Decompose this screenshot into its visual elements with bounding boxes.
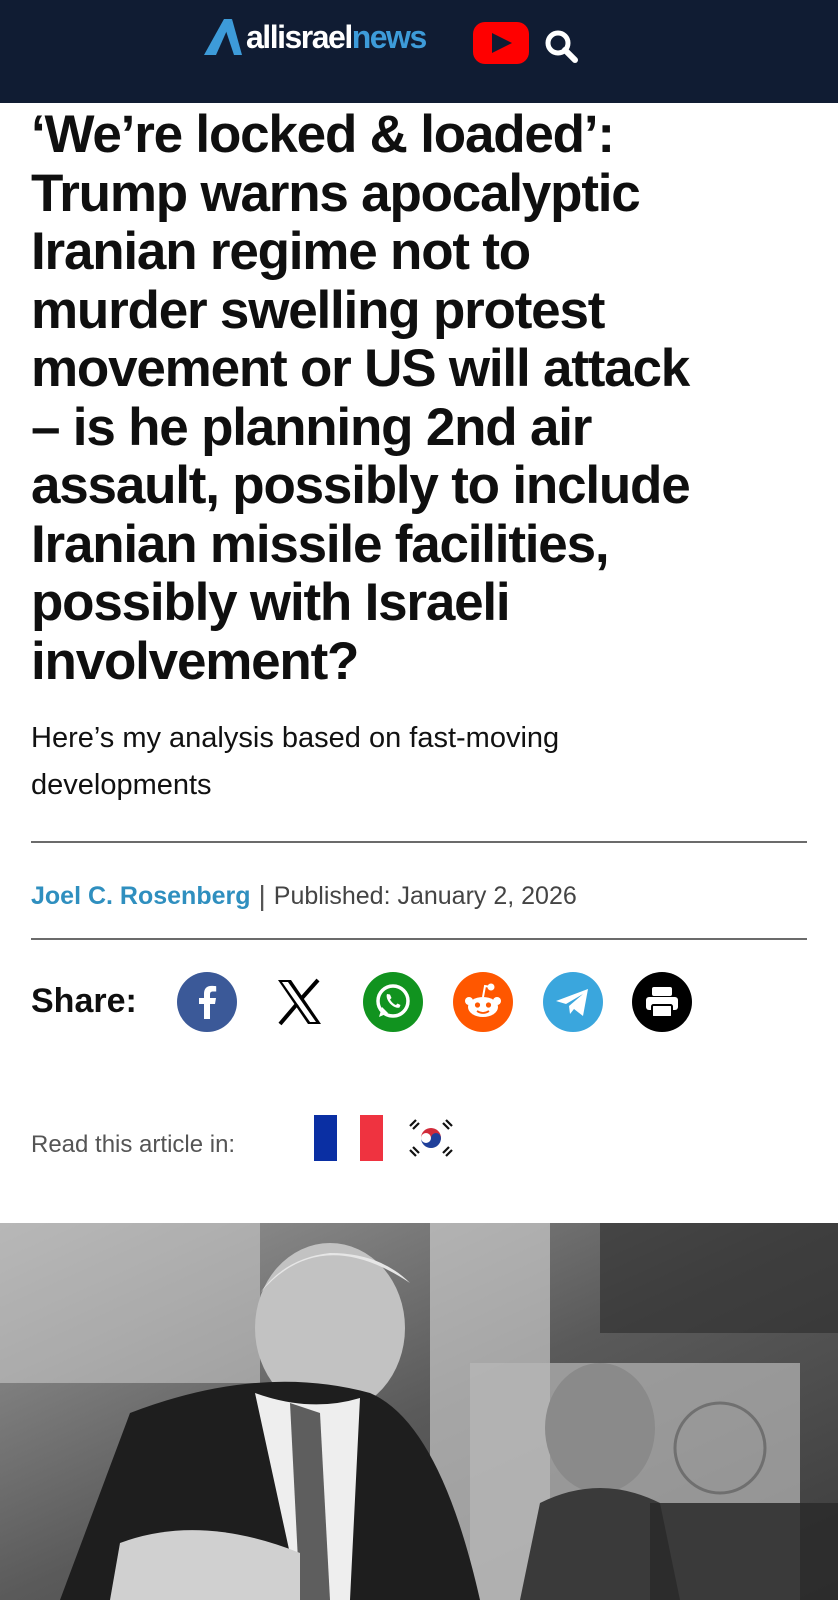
share-x-button[interactable]	[269, 972, 329, 1032]
byline: Joel C. Rosenberg | Published: January 2…	[31, 876, 577, 916]
logo-wordmark: allisraelnews	[246, 14, 428, 60]
article-subheading: Here’s my analysis based on fast-moving …	[31, 715, 731, 809]
headline-line: assault, possibly to include	[31, 456, 691, 515]
byline-separator: |	[258, 880, 266, 911]
published-date: Published: January 2, 2026	[273, 881, 577, 910]
reddit-icon	[453, 972, 513, 1032]
author-link[interactable]: Joel C. Rosenberg	[31, 882, 251, 911]
headline-line: movement or US will attack	[31, 339, 690, 398]
black-and-white-photo-icon	[0, 1223, 838, 1600]
headline-line: involvement?	[31, 631, 359, 691]
divider-top	[31, 841, 807, 843]
headline-line: ‘We’re locked & loaded’:	[31, 105, 615, 164]
south-korea-flag-icon[interactable]	[406, 1117, 456, 1159]
headline-line: Trump warns apocalyptic	[31, 163, 641, 223]
share-print-button[interactable]	[632, 972, 692, 1032]
headline-line: Iranian regime not to	[31, 222, 531, 281]
youtube-play-icon	[492, 33, 512, 53]
headline-line: Iranian missile facilities,	[31, 514, 610, 574]
logo-text-allisrael: allisrael	[246, 19, 353, 55]
site-header: allisraelnews	[0, 0, 838, 103]
print-icon	[632, 972, 692, 1032]
search-icon[interactable]	[543, 28, 579, 64]
divider-bottom	[31, 938, 807, 940]
x-icon	[278, 978, 321, 1026]
telegram-icon	[543, 972, 603, 1032]
youtube-button[interactable]	[473, 22, 529, 64]
headline-line: – is he planning 2nd air	[31, 397, 592, 457]
site-logo[interactable]: allisraelnews	[202, 14, 428, 60]
whatsapp-icon	[363, 972, 423, 1032]
share-reddit-button[interactable]	[453, 972, 513, 1032]
headline-line: possibly with Israeli	[31, 573, 511, 632]
france-flag-icon[interactable]	[314, 1115, 383, 1161]
share-whatsapp-button[interactable]	[363, 972, 423, 1032]
share-facebook-button[interactable]	[177, 972, 237, 1032]
logo-text-news: news	[351, 19, 428, 55]
article-headline: ‘We’re locked & loaded’: Trump warns apo…	[31, 105, 821, 691]
read-article-in-label: Read this article in:	[31, 1131, 236, 1158]
logo-a-mark-icon	[204, 19, 242, 55]
facebook-icon	[177, 972, 237, 1032]
article-hero-image	[0, 1223, 838, 1600]
headline-line: murder swelling protest	[31, 280, 605, 340]
share-telegram-button[interactable]	[543, 972, 603, 1032]
subhead-line: Here’s my analysis based on fast-moving	[31, 722, 560, 754]
share-label: Share:	[31, 982, 137, 1020]
subhead-line: developments	[31, 769, 212, 801]
